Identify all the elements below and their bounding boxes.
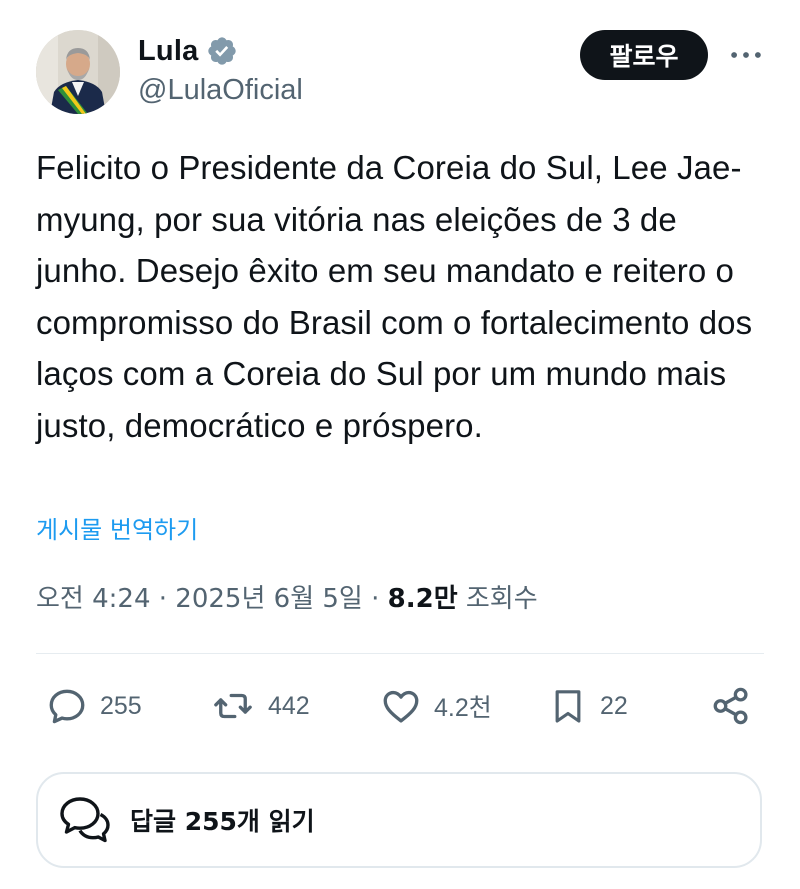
reply-count: 255 (100, 691, 142, 720)
action-bar: 255 442 4.2천 22 (36, 680, 764, 732)
read-replies-label: 답글 255개 읽기 (130, 807, 315, 836)
bookmark-icon (548, 685, 588, 727)
avatar[interactable] (36, 30, 120, 114)
like-count: 4.2천 (434, 694, 492, 722)
tweet-meta: 오전 4:24 · 2025년 6월 5일 · 8.2만 조회수 (36, 578, 538, 615)
tweet-date[interactable]: 2025년 6월 5일 (175, 584, 363, 614)
read-replies-button[interactable]: 답글 255개 읽기 (36, 772, 762, 868)
display-name-row: Lula (138, 32, 303, 70)
verified-badge-icon (206, 35, 238, 67)
reply-icon (46, 685, 88, 727)
share-button[interactable] (710, 680, 752, 732)
views-label: 조회수 (457, 584, 538, 614)
more-options-icon[interactable] (726, 38, 766, 72)
replies-bubble-icon (58, 793, 112, 847)
meta-separator: · (150, 584, 176, 614)
bookmark-button[interactable]: 22 (548, 680, 628, 732)
repost-icon (210, 685, 256, 727)
like-button[interactable]: 4.2천 (380, 680, 492, 732)
author-handle[interactable]: @LulaOficial (138, 74, 303, 107)
tweet-detail-page: Lula @LulaOficial 팔로우 Felicito o Preside… (0, 0, 800, 889)
repost-count: 442 (268, 691, 310, 720)
tweet-header: Lula @LulaOficial 팔로우 (36, 30, 776, 116)
heart-icon (380, 685, 422, 727)
meta-separator: · (362, 584, 388, 614)
author-info: Lula @LulaOficial (138, 32, 303, 107)
tweet-text: Felicito o Presidente da Coreia do Sul, … (36, 149, 753, 444)
repost-button[interactable]: 442 (210, 680, 310, 732)
divider (36, 653, 764, 654)
tweet-time[interactable]: 오전 4:24 (36, 584, 151, 614)
avatar-image (36, 30, 120, 114)
follow-button[interactable]: 팔로우 (580, 30, 708, 80)
translate-post-link[interactable]: 게시물 번역하기 (36, 510, 198, 545)
share-icon (710, 685, 752, 727)
views-count: 8.2만 (387, 584, 458, 614)
bookmark-count: 22 (600, 691, 628, 720)
display-name[interactable]: Lula (138, 35, 198, 68)
reply-button[interactable]: 255 (46, 680, 142, 732)
